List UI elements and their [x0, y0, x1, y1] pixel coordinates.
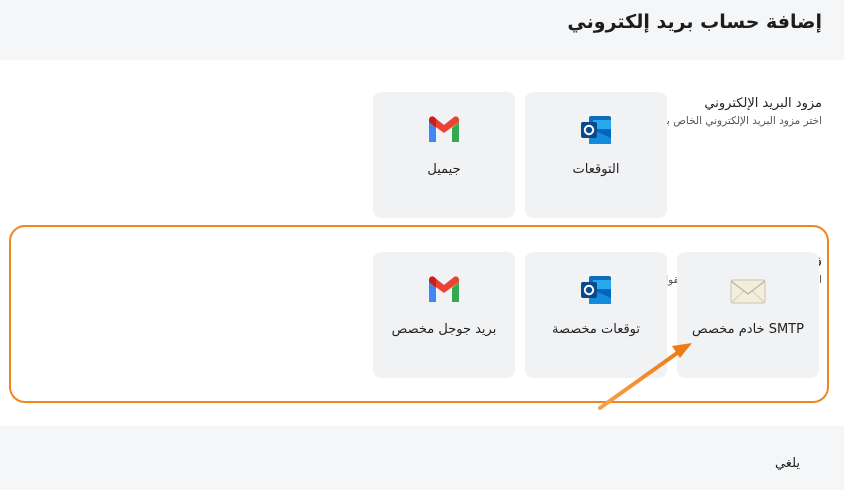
- outlook-icon: [525, 114, 667, 146]
- template-section-highlight: [9, 225, 829, 403]
- gmail-provider-label: جيميل: [427, 162, 461, 177]
- dialog-header: إضافة حساب بريد إلكتروني: [0, 0, 844, 60]
- gmail-icon: [373, 114, 515, 146]
- dialog-title: إضافة حساب بريد إلكتروني: [567, 11, 822, 33]
- gmail-provider-card[interactable]: جيميل: [373, 92, 515, 218]
- outlook-provider-label: التوقعات: [572, 162, 620, 177]
- cancel-button[interactable]: يلغي: [775, 456, 800, 471]
- outlook-provider-card[interactable]: التوقعات: [525, 92, 667, 218]
- dialog-footer: يلغي: [0, 426, 844, 490]
